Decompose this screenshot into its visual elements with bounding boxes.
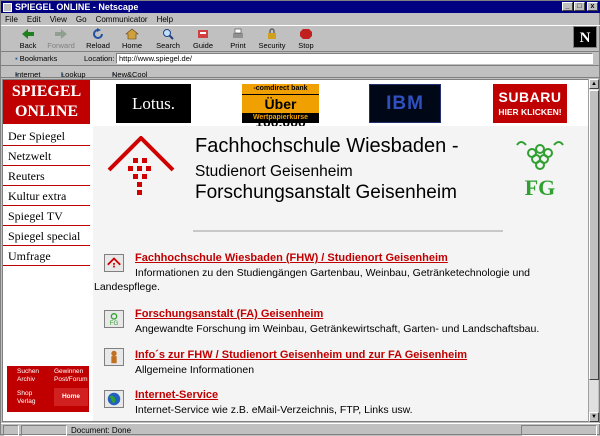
reload-icon — [93, 28, 103, 39]
ibm-banner[interactable]: IBM — [369, 84, 441, 123]
stop-icon — [300, 29, 312, 39]
spiegel-navigation: Der Spiegel Netzwelt Reuters Kultur extr… — [3, 126, 90, 266]
desc-internet-service: Internet-Service wie z.B. eMail-Verzeich… — [135, 404, 413, 416]
netscape-logo[interactable]: N — [573, 26, 597, 48]
fg-logo: FG — [516, 141, 564, 199]
menu-edit[interactable]: Edit — [27, 15, 41, 24]
bookmark-icon: ▪ — [15, 54, 18, 63]
personal-toolbar: ▪ Internet ▪ Lookup ▪ New&Cool — [1, 66, 600, 79]
footer-gewinnen[interactable]: Gewinnen — [54, 368, 83, 375]
navigation-toolbar: Back Forward Reload Home Search Guide Pr… — [1, 25, 600, 52]
spiegel-footer-nav: Suchen Archiv Gewinnen Post/Forum Shop V… — [7, 366, 89, 412]
reload-button[interactable]: Reload — [81, 27, 115, 51]
guide-button[interactable]: Guide — [186, 27, 220, 51]
netscape-app-icon — [3, 2, 12, 12]
footer-post-forum[interactable]: Post/Forum — [54, 376, 88, 383]
nav-item-reuters[interactable]: Reuters — [3, 166, 90, 186]
forward-arrow-icon — [55, 29, 67, 39]
link-fhw-studienort[interactable]: Fachhochschule Wiesbaden (FHW) / Studien… — [135, 252, 448, 264]
lock-icon — [268, 28, 276, 39]
nav-item-spiegel-tv[interactable]: Spiegel TV — [3, 206, 90, 226]
bookmarks-button[interactable]: ▪ Bookmarks — [15, 54, 57, 63]
print-icon — [233, 28, 243, 38]
forward-button[interactable]: Forward — [44, 27, 78, 51]
window-title: SPIEGEL ONLINE - Netscape — [15, 2, 139, 12]
title-bar: SPIEGEL ONLINE - Netscape _ □ x — [1, 1, 600, 13]
url-field[interactable]: http://www.spiegel.de/ — [116, 53, 593, 64]
header-line-3: Forschungsanstalt Geisenheim — [195, 182, 457, 203]
desc-forschungsanstalt: Angewandte Forschung im Weinbau, Getränk… — [135, 323, 540, 335]
subaru-banner[interactable]: SUBARU HIER KLICKEN! — [493, 84, 567, 123]
desc-infos: Allgemeine Informationen — [135, 364, 255, 376]
home-icon — [125, 28, 139, 40]
menu-go[interactable]: Go — [76, 15, 87, 24]
header-line-2: Studienort Geisenheim — [195, 163, 353, 180]
back-arrow-icon — [22, 29, 34, 39]
status-bar: Document: Done — [1, 423, 600, 436]
stop-button[interactable]: Stop — [289, 27, 323, 51]
footer-shop[interactable]: Shop — [17, 390, 32, 397]
status-text: Document: Done — [71, 426, 132, 435]
security-status-icon[interactable] — [3, 425, 19, 436]
security-button[interactable]: Security — [255, 27, 289, 51]
header-divider — [193, 230, 503, 232]
header-line-1: Fachhochschule Wiesbaden - — [195, 135, 459, 157]
maximize-button[interactable]: □ — [574, 2, 585, 11]
footer-verlag[interactable]: Verlag — [17, 398, 35, 405]
scroll-up-arrow-icon[interactable]: ▲ — [589, 79, 599, 89]
scroll-thumb[interactable] — [589, 90, 599, 380]
vertical-scrollbar[interactable]: ▲ ▼ — [588, 79, 599, 422]
minimize-button[interactable]: _ — [562, 2, 573, 11]
print-button[interactable]: Print — [221, 27, 255, 51]
page-content: SPIEGEL ONLINE Lotus. -comdirect bank Üb… — [2, 79, 590, 422]
desc-fhw-studienort: Informationen zu den Studiengängen Garte… — [94, 267, 531, 293]
menu-communicator[interactable]: Communicator — [96, 15, 148, 24]
footer-suchen[interactable]: Suchen — [17, 368, 39, 375]
search-icon — [163, 29, 174, 40]
fg-logo-text: FG — [525, 175, 556, 199]
footer-home[interactable]: Home — [54, 388, 88, 406]
location-label: Location: — [84, 54, 115, 63]
link-internet-service[interactable]: Internet-Service — [135, 389, 218, 401]
close-button[interactable]: x — [587, 2, 598, 11]
back-button[interactable]: Back — [11, 27, 45, 51]
spiegel-online-logo[interactable]: SPIEGEL ONLINE — [3, 80, 90, 124]
nav-item-kultur-extra[interactable]: Kultur extra — [3, 186, 90, 206]
guide-icon — [198, 30, 208, 38]
footer-archiv[interactable]: Archiv — [17, 376, 35, 383]
menu-view[interactable]: View — [50, 15, 67, 24]
nav-item-netzwelt[interactable]: Netzwelt — [3, 146, 90, 166]
link-forschungsanstalt[interactable]: Forschungsanstalt (FA) Geisenheim — [135, 308, 323, 320]
nav-item-spiegel-special[interactable]: Spiegel special — [3, 226, 90, 246]
menu-bar: File Edit View Go Communicator Help — [1, 13, 600, 25]
menu-help[interactable]: Help — [157, 15, 173, 24]
scroll-down-arrow-icon[interactable]: ▼ — [589, 412, 599, 422]
menu-file[interactable]: File — [5, 15, 18, 24]
nav-item-umfrage[interactable]: Umfrage — [3, 246, 90, 266]
lotus-banner[interactable]: Lotus. — [116, 84, 191, 123]
browser-window: SPIEGEL ONLINE - Netscape _ □ x File Edi… — [0, 0, 600, 436]
location-bar: ▪ Bookmarks Location: http://www.spiegel… — [1, 52, 600, 66]
home-button[interactable]: Home — [115, 27, 149, 51]
component-bar — [521, 425, 597, 436]
comdirect-banner[interactable]: -comdirect bank Über 100.000 Wertpapierk… — [242, 84, 319, 130]
link-infos[interactable]: Info´s zur FHW / Studienort Geisenheim u… — [135, 349, 467, 361]
search-button[interactable]: Search — [151, 27, 185, 51]
fhw-logo-icon — [107, 136, 175, 195]
nav-item-der-spiegel[interactable]: Der Spiegel — [3, 126, 90, 146]
progress-area — [21, 425, 67, 436]
